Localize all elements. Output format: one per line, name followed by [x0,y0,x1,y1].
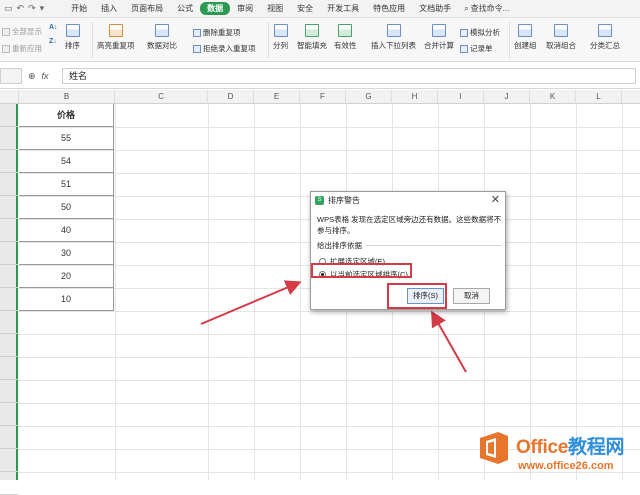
sort-button-highlight [387,283,447,309]
option-highlight [311,263,412,278]
watermark: Office教程网 www.office26.com [474,428,640,480]
watermark-url: www.office26.com [518,460,614,472]
office-logo [480,432,508,464]
watermark-brand-en: Office [516,437,569,458]
watermark-brand: Office教程网 [516,432,624,459]
wps-sheet-icon: S [315,195,324,205]
sort-basis-label: 给出排序依据 [317,241,362,250]
close-icon[interactable]: ✕ [491,193,500,206]
dialog-titlebar[interactable]: S 排序警告 [311,192,505,208]
cancel-button[interactable]: 取消 [453,288,490,304]
group-divider [366,245,501,246]
arrow-to-option [200,280,302,325]
dialog-title: 排序警告 [328,195,360,205]
watermark-brand-cn: 教程网 [568,437,625,458]
arrow-to-sort-button [431,310,467,373]
dialog-message: WPS表格 发现在选定区域旁边还有数据。这些数据将不参与排序。 [317,215,502,235]
